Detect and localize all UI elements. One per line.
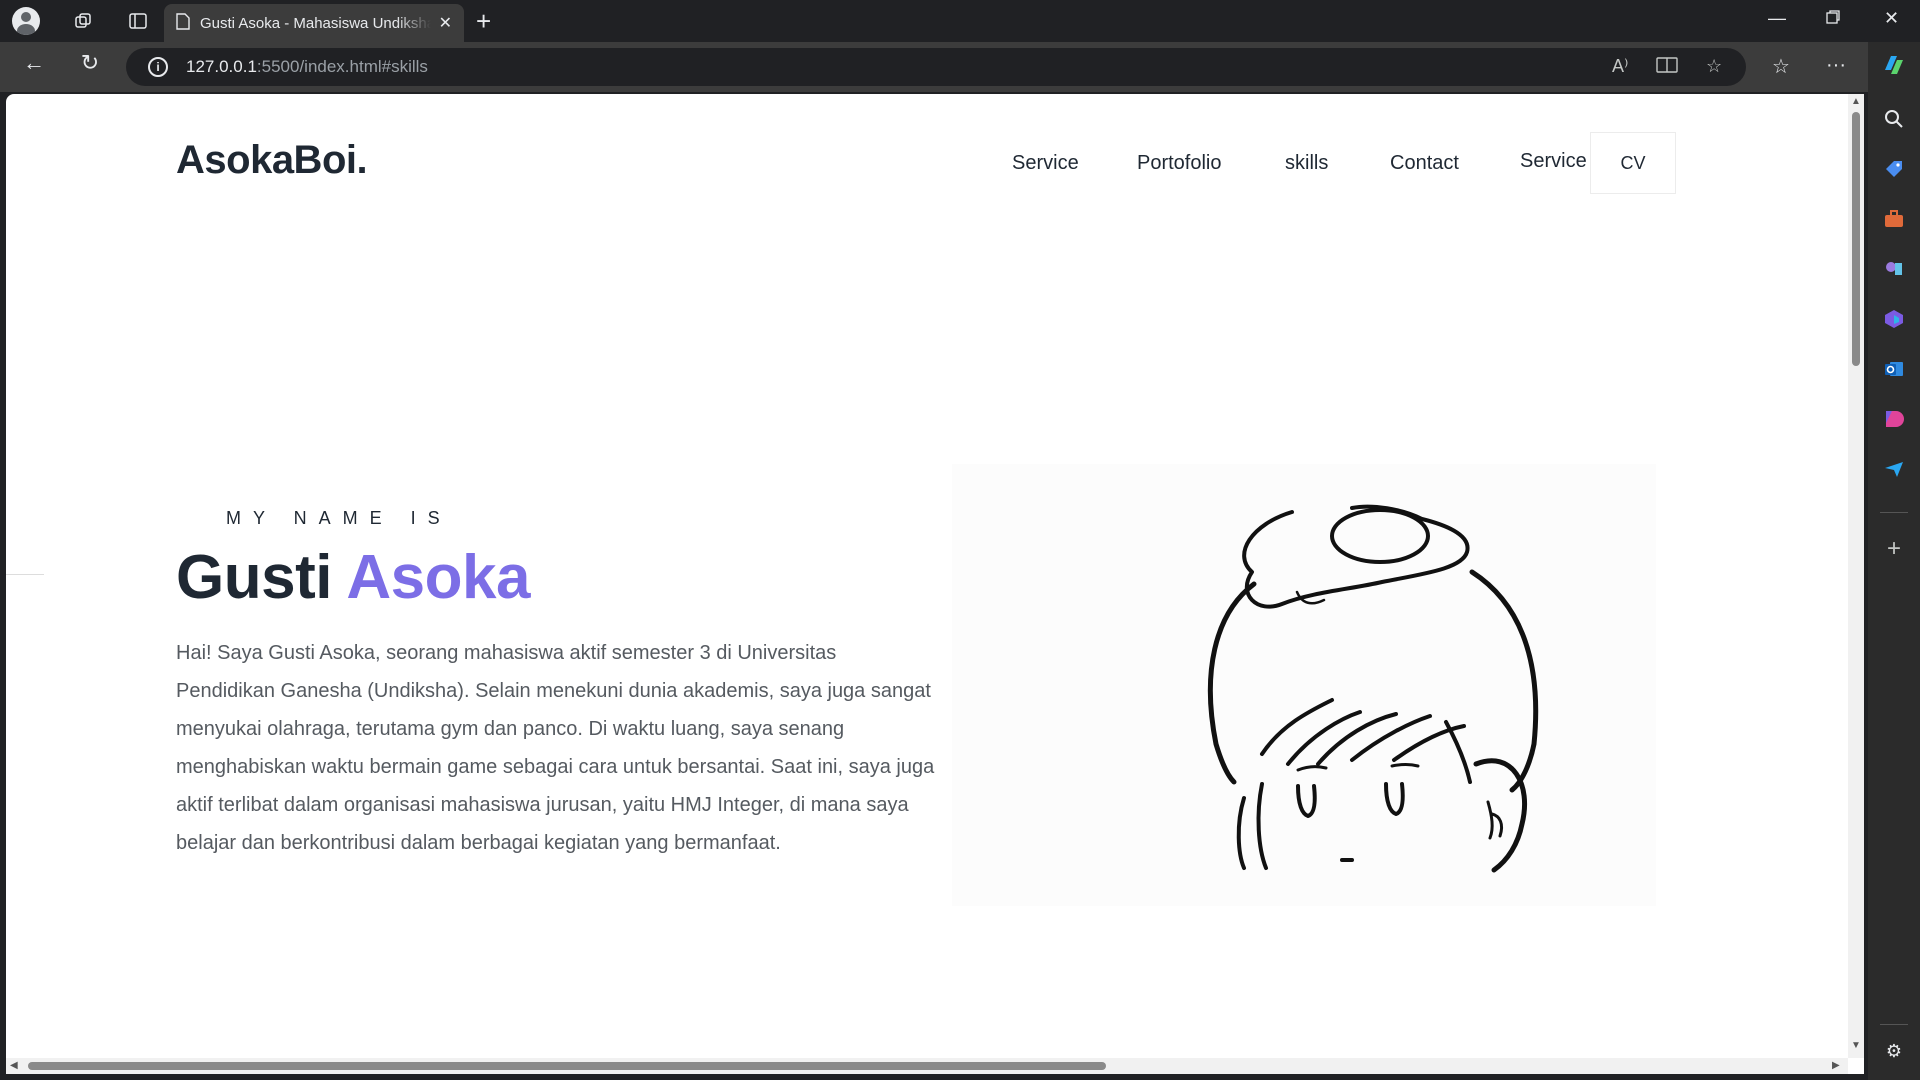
close-window-icon[interactable]: ✕ bbox=[1884, 8, 1899, 29]
nav-link-contact[interactable]: Contact bbox=[1390, 152, 1459, 175]
scroll-left-icon[interactable]: ◀ bbox=[10, 1060, 18, 1071]
horizontal-scroll-thumb[interactable] bbox=[28, 1062, 1106, 1070]
minimize-icon[interactable]: — bbox=[1768, 8, 1786, 29]
microsoft-365-icon[interactable] bbox=[1881, 306, 1907, 332]
sidebar-divider bbox=[1880, 1024, 1908, 1025]
browser-toolbar: ← ↻ i 127.0.0.1:5500/index.html#skills A… bbox=[0, 42, 1920, 92]
workspaces-icon[interactable] bbox=[66, 3, 102, 39]
hero-kicker: MY NAME IS bbox=[226, 508, 452, 528]
edge-sidebar: + ⚙ bbox=[1868, 42, 1920, 1080]
hero-name-accent: Asoka bbox=[346, 543, 530, 612]
nav-link-service[interactable]: Service bbox=[1012, 152, 1079, 175]
games-icon[interactable] bbox=[1881, 256, 1907, 282]
address-bar[interactable]: i 127.0.0.1:5500/index.html#skills A⁾ ☆ bbox=[126, 48, 1746, 86]
profile-button[interactable] bbox=[8, 3, 44, 39]
scroll-down-icon[interactable]: ▼ bbox=[1851, 1040, 1861, 1051]
vertical-scroll-thumb[interactable] bbox=[1852, 112, 1860, 366]
tools-briefcase-icon[interactable] bbox=[1881, 206, 1907, 232]
page-viewport: AsokaBoi. Service Portofolio skills Cont… bbox=[6, 94, 1864, 1074]
horizontal-scrollbar[interactable]: ◀ ▶ bbox=[6, 1058, 1848, 1074]
url-host: 127.0.0.1 bbox=[186, 57, 257, 76]
more-options-icon[interactable]: ··· bbox=[1826, 54, 1846, 77]
vertical-scrollbar[interactable]: ▲ ▼ bbox=[1848, 94, 1864, 1058]
shopping-tag-icon[interactable] bbox=[1881, 156, 1907, 182]
outlook-icon[interactable] bbox=[1881, 356, 1907, 382]
refresh-icon[interactable]: ↻ bbox=[72, 50, 108, 76]
side-divider-line bbox=[6, 574, 44, 575]
scroll-up-icon[interactable]: ▲ bbox=[1851, 96, 1861, 107]
search-icon[interactable] bbox=[1881, 106, 1907, 132]
scroll-right-icon[interactable]: ▶ bbox=[1832, 1060, 1840, 1071]
vertical-tabs-icon[interactable] bbox=[120, 3, 156, 39]
nav-link-portofolio[interactable]: Portofolio bbox=[1137, 152, 1222, 175]
send-icon[interactable] bbox=[1881, 456, 1907, 482]
read-aloud-icon[interactable]: A⁾ bbox=[1612, 56, 1628, 77]
designer-icon[interactable] bbox=[1881, 406, 1907, 432]
url-path: :5500/index.html#skills bbox=[256, 57, 428, 76]
immersive-reader-icon[interactable] bbox=[1656, 56, 1678, 81]
browser-title-bar: Gusti Asoka - Mahasiswa Undiksha ✕ + — ✕ bbox=[0, 0, 1920, 42]
hero-name-first: Gusti bbox=[176, 543, 332, 612]
restore-icon[interactable] bbox=[1826, 8, 1840, 29]
add-icon[interactable]: + bbox=[1881, 535, 1907, 562]
page-icon bbox=[176, 12, 190, 34]
hero-illustration bbox=[952, 464, 1656, 906]
favorite-star-icon[interactable]: ☆ bbox=[1706, 56, 1722, 77]
tab-close-icon[interactable]: ✕ bbox=[439, 13, 452, 33]
settings-gear-icon[interactable]: ⚙ bbox=[1881, 1038, 1907, 1064]
site-info-icon[interactable]: i bbox=[148, 57, 168, 77]
sidebar-divider bbox=[1880, 512, 1908, 513]
profile-icon bbox=[12, 7, 40, 35]
copilot-icon[interactable] bbox=[1881, 52, 1907, 78]
site-logo[interactable]: AsokaBoi. bbox=[176, 138, 368, 183]
hero-bio: Hai! Saya Gusti Asoka, seorang mahasiswa… bbox=[176, 642, 935, 854]
hero-name: Gusti Asoka bbox=[176, 542, 530, 613]
active-tab[interactable]: Gusti Asoka - Mahasiswa Undiksha ✕ bbox=[164, 4, 464, 42]
nav-link-service-2[interactable]: Service bbox=[1520, 150, 1587, 173]
url-text[interactable]: 127.0.0.1:5500/index.html#skills bbox=[186, 57, 428, 77]
back-arrow-icon[interactable]: ← bbox=[16, 50, 52, 76]
cv-button[interactable]: CV bbox=[1590, 132, 1676, 194]
nav-link-skills[interactable]: skills bbox=[1285, 152, 1328, 175]
new-tab-button[interactable]: + bbox=[476, 6, 491, 37]
favorites-icon[interactable]: ☆ bbox=[1772, 54, 1790, 79]
tab-title: Gusti Asoka - Mahasiswa Undiksha bbox=[200, 14, 431, 32]
